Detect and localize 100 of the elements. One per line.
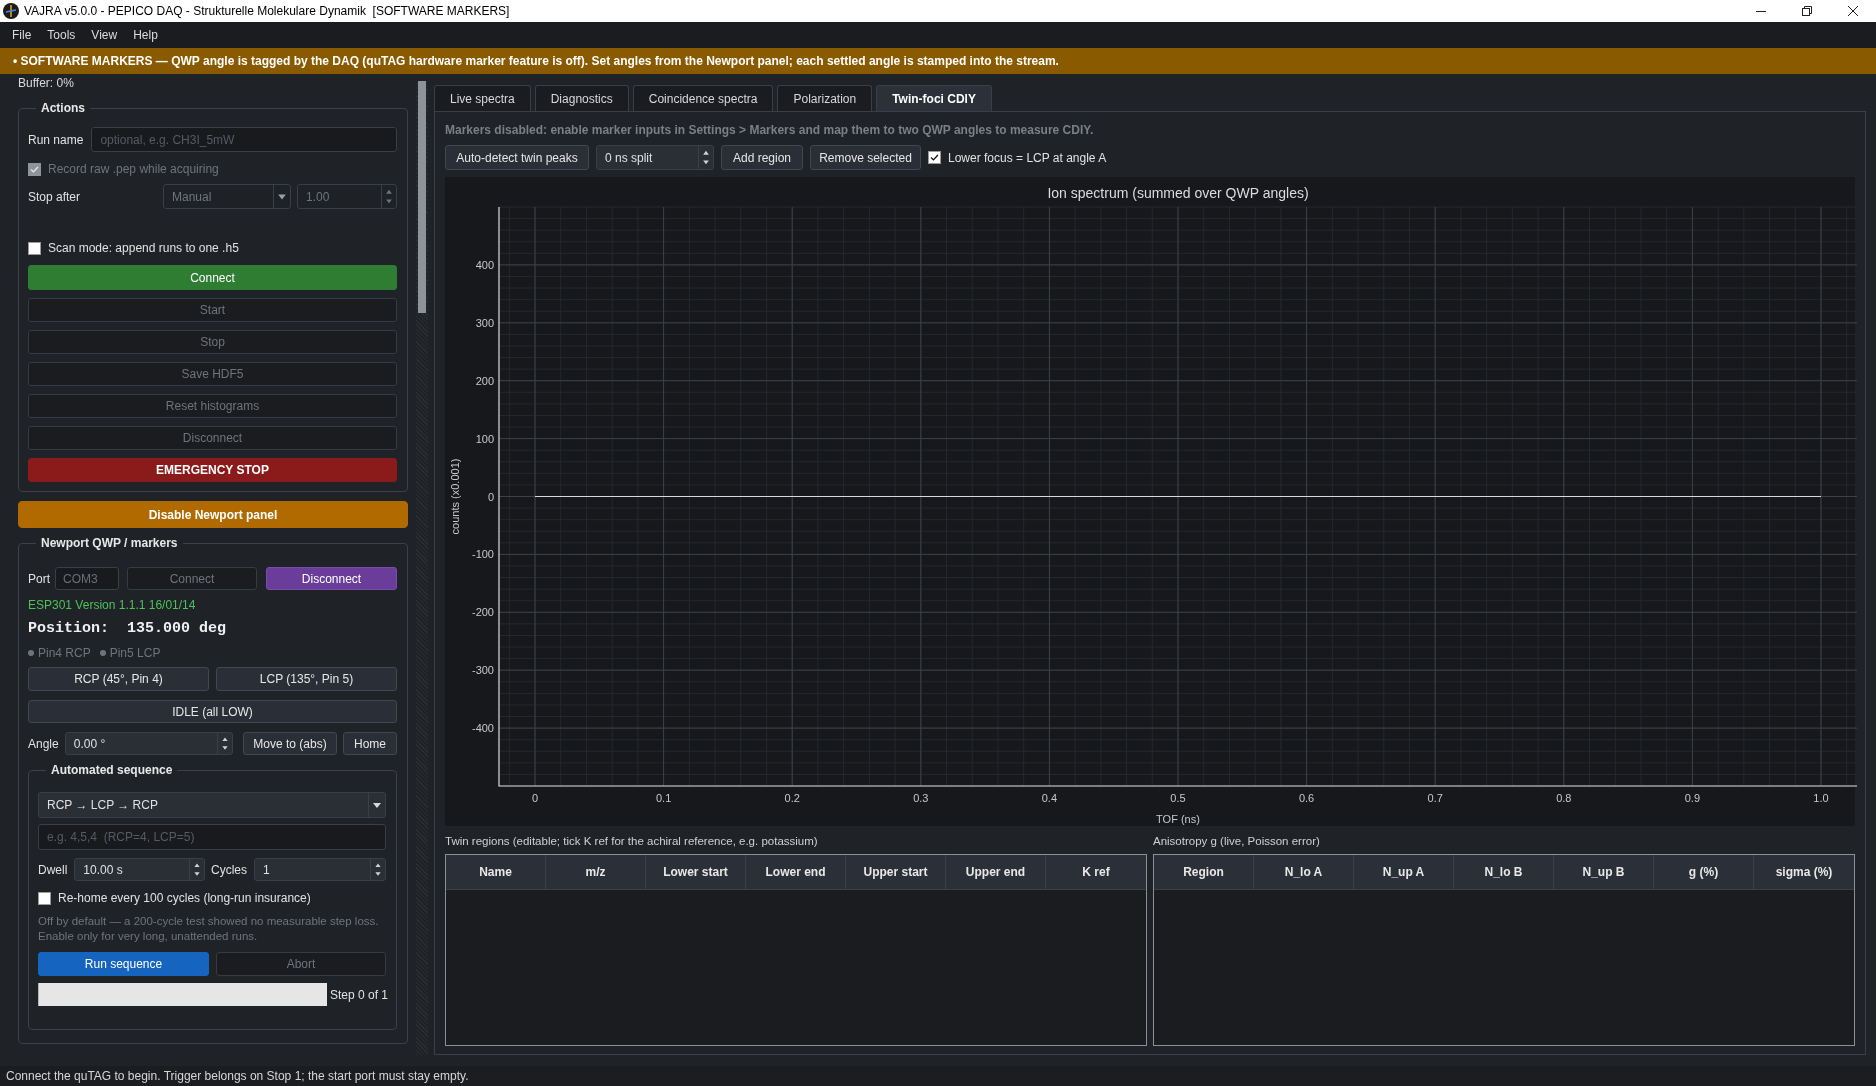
sequence-button[interactable]: Run sequence xyxy=(38,952,209,976)
move-button[interactable]: Move to (abs) xyxy=(243,732,337,755)
close-icon[interactable] xyxy=(1847,5,1859,17)
menu-item[interactable]: View xyxy=(83,24,126,46)
table-caption: Twin regions (editable; tick K ref for the achiral reference, e.g. potassium) xyxy=(445,834,818,848)
sequence-dropdown[interactable]: RCP → LCP → RCP xyxy=(38,792,386,818)
preset-button[interactable]: LCP (135°, Pin 5) xyxy=(216,667,397,691)
column-header[interactable]: Upper end xyxy=(946,855,1046,889)
table-caption: Anisotropy g (live, Poisson error) xyxy=(1153,834,1320,848)
x-tick-label: 0.2 xyxy=(784,792,800,804)
preset-button[interactable]: RCP (45°, Pin 4) xyxy=(28,667,209,691)
y-axis-label: counts (x0.001) xyxy=(449,458,461,535)
column-header[interactable]: Region xyxy=(1154,855,1254,889)
menu-item[interactable]: Help xyxy=(125,24,166,46)
column-header[interactable]: g (%) xyxy=(1654,855,1754,889)
y-tick-label: -400 xyxy=(471,722,494,735)
notice-text: Markers disabled: enable marker inputs in Settings > Markers and map them to two QWP angles to measure CDIY. xyxy=(445,123,1094,137)
scrollbar-thumb[interactable] xyxy=(418,81,426,313)
tab[interactable]: Live spectra xyxy=(434,85,531,111)
checkbox-label: Record raw .pep while acquiring xyxy=(48,162,219,176)
x-tick-label: 0.3 xyxy=(913,792,929,804)
column-header[interactable]: m/z xyxy=(546,855,646,889)
checkbox[interactable] xyxy=(928,151,941,164)
column-header[interactable]: K ref xyxy=(1046,855,1146,889)
column-header[interactable]: N_lo A xyxy=(1254,855,1354,889)
checkbox[interactable] xyxy=(28,241,41,255)
progress-text: Step 0 of 1 xyxy=(330,987,389,1002)
y-tick-label: -300 xyxy=(471,664,494,677)
auto-detect-button[interactable]: Auto-detect twin peaks xyxy=(445,145,589,170)
home-button[interactable]: Home xyxy=(343,732,397,755)
run-name-field[interactable]: optional, e.g. CH3I_5mW xyxy=(91,127,397,152)
x-tick-label: 0.7 xyxy=(1427,792,1443,804)
action-button[interactable]: Connect xyxy=(28,265,397,290)
status-bar: Connect the quTAG to begin. Trigger belongs on Stop 1; the start port must stay empty. xyxy=(0,1066,1876,1086)
idle-button[interactable]: IDLE (all LOW) xyxy=(28,700,397,723)
column-header[interactable]: sigma (%) xyxy=(1754,855,1854,889)
group-title: Automated sequence xyxy=(50,763,174,777)
panel-toggle-button[interactable]: Disable Newport panel xyxy=(18,501,408,528)
version-text: ESP301 Version 1.1.1 16/01/14 xyxy=(28,598,196,612)
add-region-button[interactable]: Add region xyxy=(721,145,803,170)
tab[interactable]: Diagnostics xyxy=(534,85,629,111)
x-tick-label: 0.9 xyxy=(1684,792,1701,804)
column-header[interactable]: N_lo B xyxy=(1454,855,1554,889)
scrollbar[interactable] xyxy=(416,81,428,1055)
port-button[interactable]: Disconnect xyxy=(266,567,397,590)
column-header[interactable]: N_up A xyxy=(1354,855,1454,889)
position-readout: Position: 135.000 deg xyxy=(28,620,227,638)
checkbox-label: Lower focus = LCP at angle A xyxy=(948,150,1107,165)
checkbox[interactable] xyxy=(38,891,51,905)
chart-title: Ion spectrum (summed over QWP angles) xyxy=(1047,185,1309,201)
y-tick-label: -100 xyxy=(471,548,494,561)
y-tick-label: 100 xyxy=(475,432,494,445)
y-tick-label: 300 xyxy=(475,316,494,329)
x-tick-label: 1.0 xyxy=(1813,792,1829,804)
x-tick-label: 0.1 xyxy=(655,792,672,804)
angle-spin-field[interactable]: 0.00 ° xyxy=(64,732,233,755)
y-tick-label: 0 xyxy=(487,490,494,503)
checkbox-label: Scan mode: append runs to one .h5 xyxy=(48,241,239,255)
warning-banner: • SOFTWARE MARKERS — QWP angle is tagged by the DAQ (quTAG hardware marker feature is off). Set angles from the Newport panel; each settled angle is stamped into the stream. xyxy=(0,48,1876,74)
y-tick-label: 400 xyxy=(475,258,494,271)
tab[interactable]: Twin-foci CDIY xyxy=(876,85,992,111)
restore-icon[interactable] xyxy=(1801,5,1813,17)
x-axis-label: TOF (ns) xyxy=(1156,813,1200,825)
field-label: Cycles xyxy=(211,862,247,877)
pin-label: Pin5 LCP xyxy=(109,646,161,660)
split-spin-field[interactable]: 0 ns split xyxy=(596,145,714,170)
field-label: Port xyxy=(28,571,50,586)
field-label: Stop after xyxy=(28,189,81,204)
field-label: Dwell xyxy=(38,862,68,877)
cycles-spin-field[interactable]: 1 xyxy=(254,858,386,881)
hint-text: Off by default — a 200-cycle test showed no measurable step loss. Enable only for very long, unattended runs. xyxy=(38,914,379,944)
field-label: Angle xyxy=(28,736,59,751)
buffer-label: Buffer: 0% xyxy=(18,76,74,90)
tab[interactable]: Coincidence spectra xyxy=(632,85,774,111)
pin-label: Pin4 RCP xyxy=(38,646,91,660)
column-header[interactable]: Lower start xyxy=(646,855,746,889)
x-tick-label: 0.5 xyxy=(1170,792,1186,804)
group-title: Newport QWP / markers xyxy=(40,536,179,550)
menu-item[interactable]: File xyxy=(4,24,40,46)
remove-selected-button[interactable]: Remove selected xyxy=(810,145,921,170)
tab[interactable]: Polarization xyxy=(777,85,873,111)
field-label: Run name xyxy=(28,132,84,147)
sequence-input-field[interactable]: e.g. 4,5,4 (RCP=4, LCP=5) xyxy=(38,824,386,850)
column-header[interactable]: Name xyxy=(446,855,546,889)
column-header[interactable]: N_up B xyxy=(1554,855,1654,889)
x-tick-label: 0 xyxy=(531,792,539,804)
emergency-stop-button[interactable]: EMERGENCY STOP xyxy=(28,458,397,482)
app-logo-icon xyxy=(3,3,19,19)
column-header[interactable]: Lower end xyxy=(746,855,846,889)
dwell-spin-field[interactable]: 10.00 s xyxy=(74,858,205,881)
y-tick-label: -200 xyxy=(471,606,494,619)
menu-item[interactable]: Tools xyxy=(39,24,84,46)
column-header[interactable]: Upper start xyxy=(846,855,946,889)
group-title: Actions xyxy=(40,101,86,115)
checkbox-label: Re-home every 100 cycles (long-run insurance) xyxy=(58,891,311,905)
window-title: VAJRA v5.0.0 - PEPICO DAQ - Strukturelle Molekulare Dynamik [SOFTWARE MARKERS] xyxy=(24,4,510,18)
x-tick-label: 0.8 xyxy=(1556,792,1572,804)
x-tick-label: 0.6 xyxy=(1298,792,1315,804)
y-tick-label: 200 xyxy=(475,374,494,387)
x-tick-label: 0.4 xyxy=(1041,792,1058,804)
